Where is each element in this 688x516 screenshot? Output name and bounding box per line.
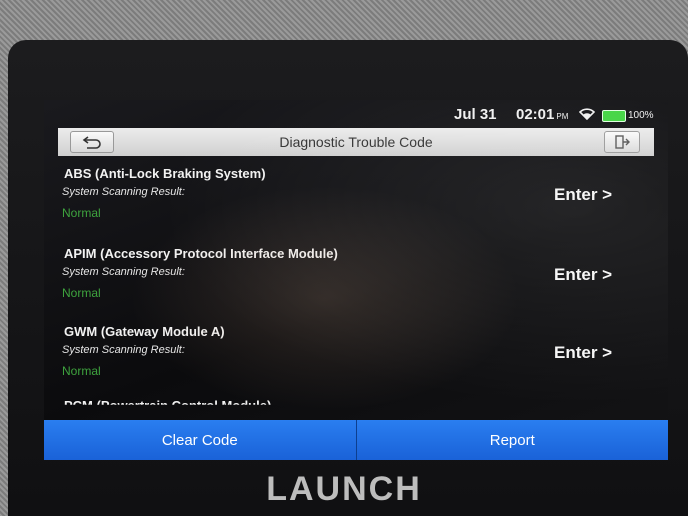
list-item[interactable]: GWM (Gateway Module A) System Scanning R… [44,318,668,396]
system-name: GWM (Gateway Module A) [64,324,225,339]
system-name: APIM (Accessory Protocol Interface Modul… [64,246,338,261]
status-bar: Jul 31 02:01 PM 100% [44,104,654,126]
list-item[interactable]: PCM (Powertrain Control Module) [44,396,668,410]
result-label: System Scanning Result: [62,266,185,278]
result-label: System Scanning Result: [62,186,185,198]
page-title: Diagnostic Trouble Code [279,134,433,150]
system-list[interactable]: ABS (Anti-Lock Braking System) System Sc… [44,160,668,410]
result-value: Normal [62,206,101,220]
clear-code-button[interactable]: Clear Code [44,420,357,460]
action-bar: Clear Code Report [44,420,668,460]
enter-button[interactable]: Enter > [554,265,612,285]
enter-button[interactable]: Enter > [554,343,612,363]
status-date: Jul 31 [454,106,497,123]
result-label: System Scanning Result: [62,344,185,356]
device-screen: Jul 31 02:01 PM 100% Diagnostic Trouble C… [44,100,668,460]
exit-button[interactable] [604,131,640,153]
list-item[interactable]: ABS (Anti-Lock Braking System) System Sc… [44,160,668,238]
result-value: Normal [62,286,101,300]
wifi-icon [579,108,595,120]
title-bar: Diagnostic Trouble Code [58,128,654,156]
system-name: ABS (Anti-Lock Braking System) [64,166,266,181]
exit-door-icon [615,135,630,149]
brand-logo: LAUNCH [266,470,422,508]
status-ampm: PM [556,112,569,121]
result-value: Normal [62,364,101,378]
report-button[interactable]: Report [356,420,668,460]
list-item[interactable]: APIM (Accessory Protocol Interface Modul… [44,240,668,318]
system-name: PCM (Powertrain Control Module) [64,398,272,410]
battery-icon [602,110,626,122]
battery-level: 100% [628,110,654,121]
status-time: 02:01 PM [516,106,569,123]
enter-button[interactable]: Enter > [554,185,612,205]
